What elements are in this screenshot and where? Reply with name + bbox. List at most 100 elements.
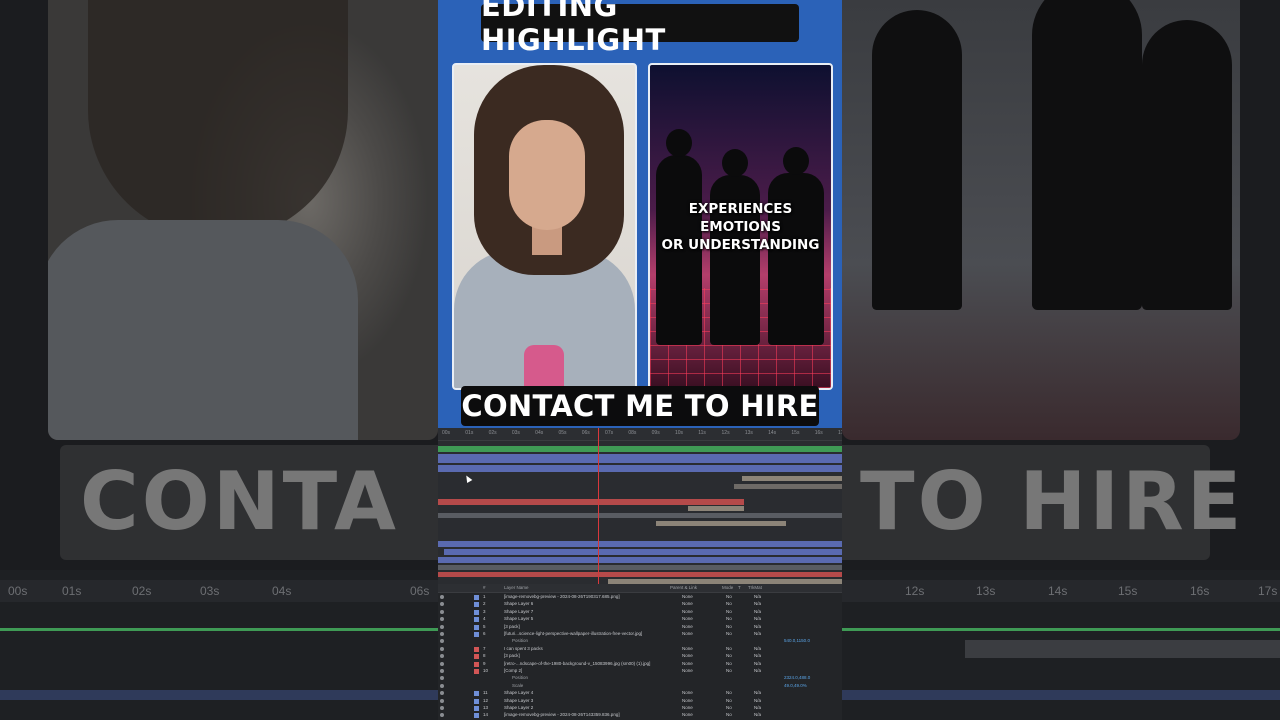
track-bar-tan[interactable] [688, 506, 744, 511]
visibility-eye-icon[interactable] [440, 669, 444, 673]
layer-row[interactable]: 10 [Comp 2] None No N/a [438, 668, 842, 675]
layer-color-swatch[interactable] [474, 698, 479, 704]
track-bar-gray-1[interactable] [742, 476, 842, 481]
layer-mode-select[interactable]: None [682, 668, 693, 673]
visibility-eye-icon[interactable] [440, 713, 444, 718]
layer-row[interactable]: 3 Shape Layer 7 None No N/a [438, 609, 842, 616]
layer-row[interactable]: 9 [retro-...ndscape-of-the-1980-backgroun… [438, 661, 842, 668]
track-bar-red-2[interactable] [438, 572, 842, 577]
layer-parent-select[interactable]: N/a [754, 690, 761, 695]
layer-name[interactable]: [image-removebg-preview - 2024-08-26T190… [504, 594, 620, 599]
layer-row[interactable]: 11 Shape Layer 4 None No N/a [438, 690, 842, 697]
layer-mode-select[interactable]: None [682, 616, 693, 621]
track-bar-red-1[interactable] [438, 499, 744, 505]
layer-name[interactable]: [image-removebg-preview - 2024-08-26T143… [504, 712, 620, 717]
layer-row[interactable]: 4 Shape Layer 5 None No N/a [438, 616, 842, 623]
col-trkmat[interactable]: TrkMat [748, 585, 762, 590]
layer-parent-select[interactable]: N/a [754, 705, 761, 710]
layer-color-swatch[interactable] [474, 691, 479, 697]
track-bar-blue-4[interactable] [444, 549, 842, 555]
layer-name[interactable]: I can spent 3 packs [504, 646, 543, 651]
visibility-eye-icon[interactable] [440, 632, 444, 636]
layer-row[interactable]: 5 [3 pack] None No N/a [438, 624, 842, 631]
layer-row[interactable]: Position 540.0,1150.0 [438, 638, 842, 645]
layer-color-swatch[interactable] [474, 595, 479, 600]
layer-name[interactable]: Shape Layer 3 [504, 698, 533, 703]
layer-row[interactable]: 7 I can spent 3 packs None No N/a [438, 646, 842, 653]
visibility-eye-icon[interactable] [440, 691, 444, 696]
layer-row[interactable]: 1 [image-removebg-preview - 2024-08-26T19… [438, 594, 842, 601]
layer-color-swatch[interactable] [474, 624, 479, 630]
layer-trkmat-select[interactable]: No [726, 661, 732, 666]
layer-mode-select[interactable]: None [682, 690, 693, 695]
layer-color-swatch[interactable] [474, 632, 479, 637]
track-bar-gray-3[interactable] [438, 513, 842, 518]
layer-row[interactable]: Scale 49.0,49.0% [438, 683, 842, 690]
layer-row[interactable]: 8 [3 pack] None No N/a [438, 653, 842, 660]
layer-mode-select[interactable]: None [682, 712, 693, 717]
playhead[interactable] [598, 428, 599, 584]
visibility-eye-icon[interactable] [440, 609, 444, 614]
layer-trkmat-select[interactable]: No [726, 616, 732, 621]
layer-trkmat-select[interactable]: No [726, 712, 732, 717]
layer-parent-select[interactable]: N/a [754, 653, 761, 658]
layer-mode-select[interactable]: None [682, 601, 693, 606]
layer-mode-select[interactable]: None [682, 646, 693, 651]
layer-trkmat-select[interactable]: No [726, 624, 732, 629]
col-mode[interactable]: Mode [722, 585, 733, 590]
visibility-eye-icon[interactable] [440, 624, 444, 629]
layer-parent-select[interactable]: N/a [754, 631, 761, 636]
track-bar-blue-2[interactable] [438, 465, 842, 472]
layer-name[interactable]: Shape Layer 6 [504, 601, 533, 606]
layer-mode-select[interactable]: None [682, 698, 693, 703]
track-bar-green[interactable] [438, 446, 842, 452]
layer-parent-select[interactable]: N/a [754, 624, 761, 629]
layer-mode-select[interactable]: None [682, 594, 693, 599]
layer-parent-select[interactable]: N/a [754, 646, 761, 651]
layer-color-swatch[interactable] [474, 713, 479, 719]
layer-mode-select[interactable]: None [682, 705, 693, 710]
layer-parent-select[interactable]: N/a [754, 698, 761, 703]
layer-row[interactable]: 13 Shape Layer 2 None No N/a [438, 705, 842, 712]
layer-color-swatch[interactable] [474, 646, 479, 652]
track-bar-blue-1[interactable] [438, 454, 842, 463]
layer-name[interactable]: [futuri...science-light-perspective-wall… [504, 631, 642, 636]
property-value[interactable]: 540.0,1150.0 [784, 638, 810, 643]
track-bar-gray-2[interactable] [734, 484, 842, 489]
layer-name[interactable]: Shape Layer 7 [504, 609, 533, 614]
layer-color-swatch[interactable] [474, 706, 479, 711]
track-bar-blue-3[interactable] [438, 541, 842, 547]
layer-name[interactable]: Shape Layer 2 [504, 705, 533, 710]
layer-parent-select[interactable]: N/a [754, 601, 761, 606]
col-layer-name[interactable]: Layer Name [504, 585, 529, 590]
visibility-eye-icon[interactable] [440, 646, 444, 651]
property-value[interactable]: 2324.0,488.0 [784, 675, 810, 680]
layer-parent-select[interactable]: N/a [754, 668, 761, 673]
layer-trkmat-select[interactable]: No [726, 698, 732, 703]
layer-trkmat-select[interactable]: No [726, 594, 732, 599]
layer-trkmat-select[interactable]: No [726, 631, 732, 636]
visibility-eye-icon[interactable] [440, 683, 444, 688]
layer-row[interactable]: 2 Shape Layer 6 None No N/a [438, 601, 842, 608]
layer-color-swatch[interactable] [474, 602, 479, 608]
layer-trkmat-select[interactable]: No [726, 609, 732, 614]
layer-color-swatch[interactable] [474, 654, 479, 660]
timeline-tracks[interactable] [438, 441, 842, 584]
layer-mode-select[interactable]: None [682, 624, 693, 629]
layer-color-swatch[interactable] [474, 661, 479, 667]
col-number[interactable]: # [483, 585, 486, 590]
track-bar-tan-2[interactable] [656, 521, 786, 526]
layer-name[interactable]: [retro-...ndscape-of-the-1980-background… [504, 661, 650, 666]
layer-name[interactable]: [Comp 2] [504, 668, 522, 673]
layer-trkmat-select[interactable]: No [726, 668, 732, 673]
layer-trkmat-select[interactable]: No [726, 653, 732, 658]
visibility-eye-icon[interactable] [440, 639, 444, 644]
visibility-eye-icon[interactable] [440, 654, 444, 659]
layer-name[interactable]: Shape Layer 5 [504, 616, 533, 621]
visibility-eye-icon[interactable] [440, 661, 444, 666]
col-parent[interactable]: Parent & Link [670, 585, 697, 590]
layer-trkmat-select[interactable]: No [726, 646, 732, 651]
layer-trkmat-select[interactable]: No [726, 690, 732, 695]
layer-name[interactable]: [3 pack] [504, 653, 520, 658]
layer-mode-select[interactable]: None [682, 631, 693, 636]
